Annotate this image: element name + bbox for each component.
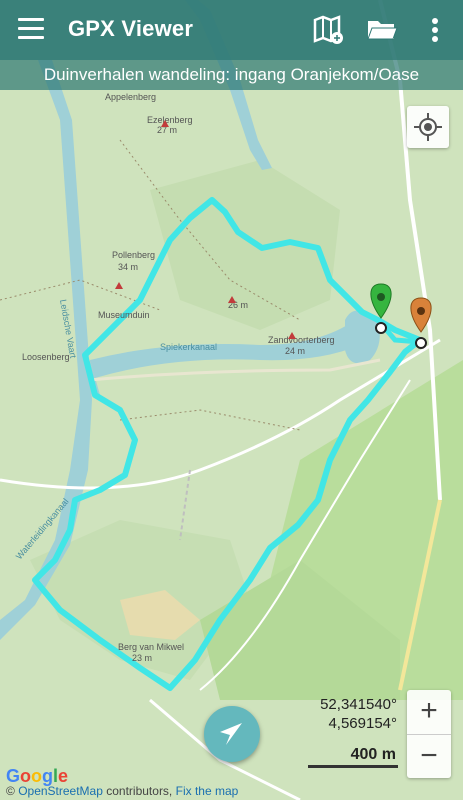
map-label: Berg van Mikwel	[118, 642, 184, 652]
longitude: 4,569154°	[328, 715, 397, 732]
crosshair-icon	[414, 113, 442, 141]
zoom-in-button[interactable]: +	[407, 690, 451, 734]
map-label: Ezelenberg	[147, 115, 193, 125]
map-label: Museumduin	[98, 310, 150, 320]
map-label: Spiekerkanaal	[160, 342, 217, 352]
map-label: Zandvoorterberg	[268, 335, 335, 345]
navigation-arrow-icon	[220, 723, 242, 745]
map-label: 24 m	[285, 346, 305, 356]
zoom-out-button[interactable]: −	[407, 735, 451, 779]
menu-icon[interactable]	[18, 18, 44, 40]
map-label: Pollenberg	[112, 250, 155, 260]
app-bar: GPX Viewer	[0, 0, 463, 60]
coordinates-readout: 52,341540° 4,569154°	[320, 695, 397, 733]
map-label: 34 m	[118, 262, 138, 272]
map-style-icon[interactable]	[312, 14, 346, 46]
navigation-button[interactable]	[204, 706, 260, 762]
scale-label: 400 m	[350, 746, 396, 763]
fix-map-link[interactable]: Fix the map	[176, 784, 239, 798]
map-label: Loosenberg	[22, 352, 70, 362]
app-title: GPX Viewer	[68, 16, 194, 41]
map-canvas[interactable]: Appelenberg Ezelenberg 27 m Pollenberg 3…	[0, 0, 463, 800]
route-name: Duinverhalen wandeling: ingang Oranjekom…	[0, 60, 463, 90]
map-label: Appelenberg	[105, 92, 156, 102]
more-vert-icon[interactable]	[428, 16, 442, 44]
zoom-controls: + −	[407, 690, 451, 778]
map-label: 23 m	[132, 653, 152, 663]
folder-icon[interactable]	[366, 17, 398, 43]
latitude: 52,341540°	[320, 696, 397, 713]
scale-bar: 400 m	[308, 744, 398, 768]
map-attribution: © OpenStreetMap contributors, Fix the ma…	[6, 784, 239, 798]
osm-link[interactable]: OpenStreetMap	[18, 784, 103, 798]
my-location-button[interactable]	[407, 106, 449, 148]
